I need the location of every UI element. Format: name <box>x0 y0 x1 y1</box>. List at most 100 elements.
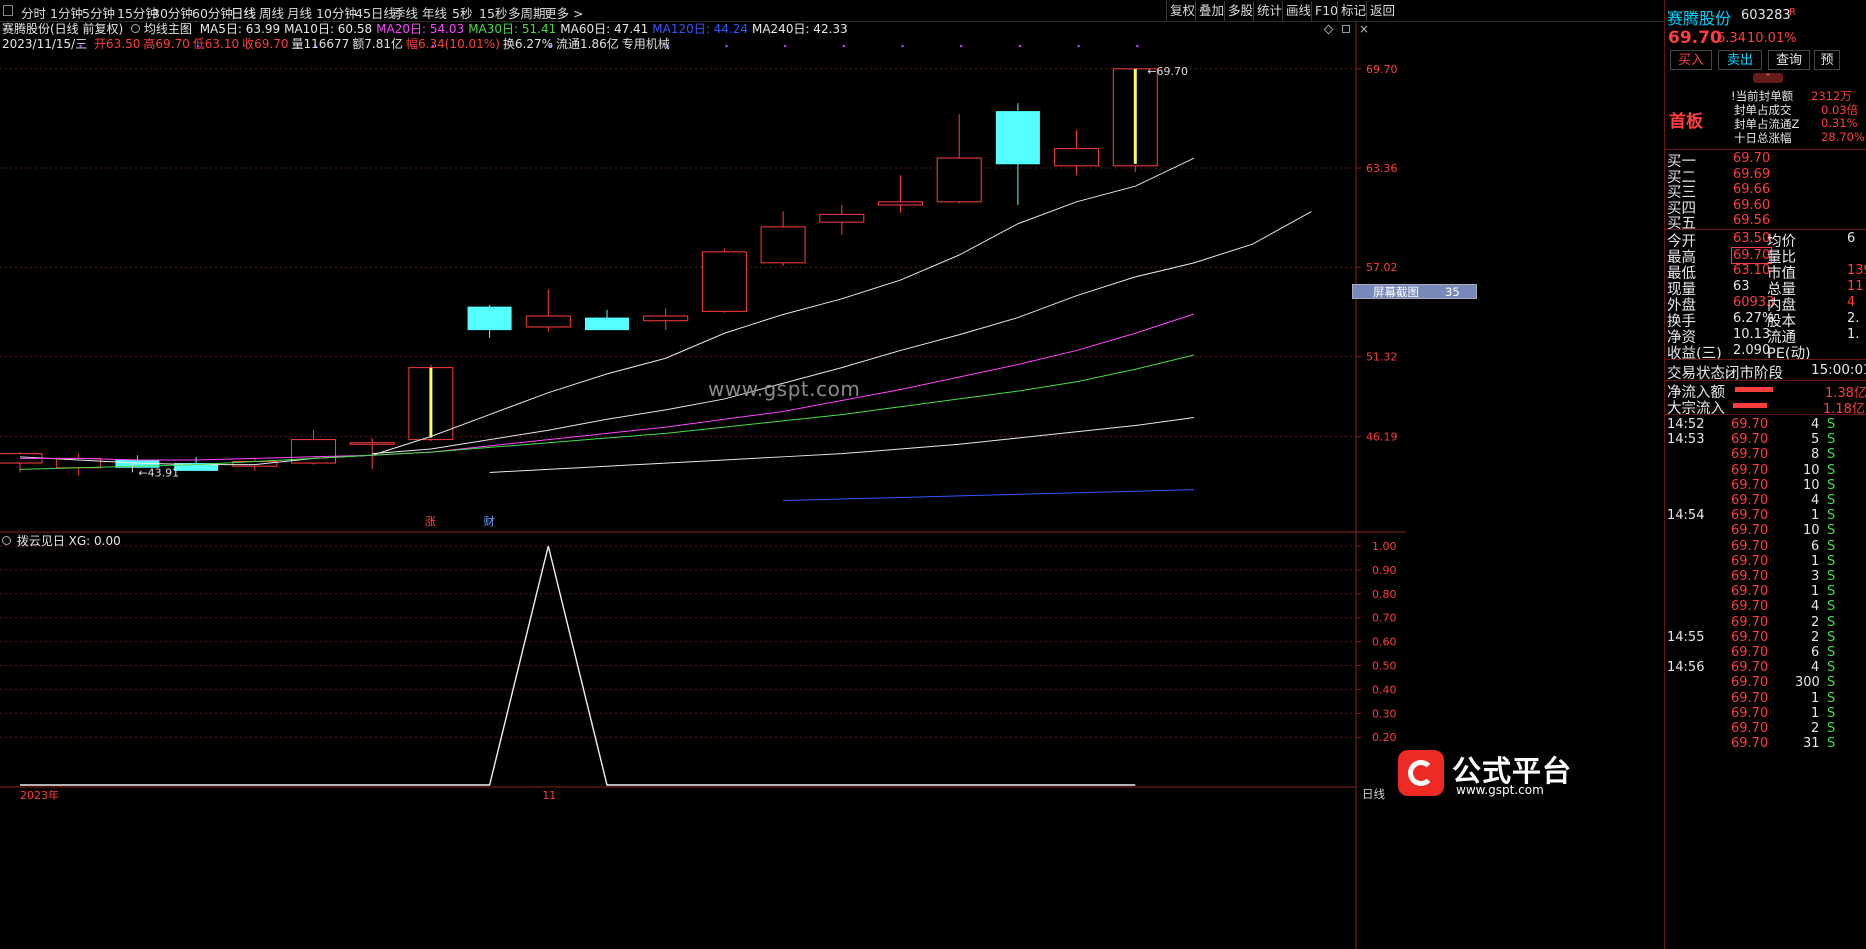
tick-volume: 4 <box>1811 660 1820 676</box>
toolbar-button-6[interactable]: 标记 <box>1337 1 1369 21</box>
low-marker-label: ←43.91 <box>138 466 179 479</box>
trade-button-3[interactable]: 预 <box>1814 50 1840 70</box>
tick-side: S <box>1827 584 1836 600</box>
indicator-axis-label: 0.90 <box>1372 564 1397 577</box>
stat-value-2: 2. <box>1847 311 1860 326</box>
tick-price: 69.70 <box>1731 629 1769 645</box>
tick-volume: 10 <box>1803 523 1820 539</box>
signal-dot <box>1018 44 1022 48</box>
last-price: 69.70 <box>1668 28 1722 48</box>
divider-3 <box>1665 359 1866 360</box>
tick-time: 14:54 <box>1667 508 1705 524</box>
toolbar-button-4[interactable]: 画线 <box>1282 1 1314 21</box>
bar-date: 2023/11/15/三 <box>2 37 88 51</box>
tick-row: 69.70 31 S <box>1665 735 1866 753</box>
candle-body <box>643 315 689 322</box>
toolbar-button-7[interactable]: 返回 <box>1366 1 1398 21</box>
indicator-settings-icon-2[interactable] <box>2 536 11 545</box>
tick-side: S <box>1827 432 1836 448</box>
price-axis-label: 57.02 <box>1366 261 1398 274</box>
tick-volume: 8 <box>1811 447 1820 463</box>
toolbar-button-0[interactable]: 复权 <box>1166 1 1198 21</box>
tick-price: 69.70 <box>1731 736 1769 752</box>
seal-row: 封单占成交 0.03倍 <box>1665 102 1866 117</box>
toolbar-button-3[interactable]: 统计 <box>1253 1 1285 21</box>
tick-volume: 3 <box>1811 569 1820 584</box>
logo-mark-icon <box>1398 750 1444 796</box>
tick-side: S <box>1827 690 1836 706</box>
menu-toggle-icon[interactable] <box>3 5 13 16</box>
candle-body <box>585 317 629 331</box>
indicator-settings-icon[interactable] <box>131 24 141 33</box>
trade-time: 15:00:01 <box>1811 362 1866 378</box>
tick-side: S <box>1827 614 1836 630</box>
gspt-logo: 公式平台 www.gspt.com <box>1396 748 1662 798</box>
price-axis-label: 69.70 <box>1366 63 1398 76</box>
candle-body <box>936 157 982 203</box>
screenshot-tooltip[interactable]: 屏幕截图 35 <box>1352 284 1477 299</box>
quote-item-3: 收69.70 <box>242 37 289 51</box>
tick-price: 69.70 <box>1731 584 1769 600</box>
tick-volume: 1 <box>1811 705 1820 721</box>
screenshot-tooltip-value: 35 <box>1445 285 1460 299</box>
ma-value-1: MA10日: 60.58 <box>284 22 373 36</box>
ma-line-MA60 <box>489 417 1195 473</box>
expand-up-icon[interactable]: ⌃ <box>1753 73 1783 83</box>
event-marker[interactable]: 涨 <box>425 515 436 528</box>
collapse-icon[interactable] <box>1341 25 1350 33</box>
tick-time: 14:55 <box>1667 629 1705 645</box>
tick-price: 69.70 <box>1731 690 1769 706</box>
high-marker-label: ←69.70 <box>1147 65 1188 78</box>
ma-value-0: MA5日: 63.99 <box>199 22 281 36</box>
close-icon[interactable]: × <box>1359 22 1369 36</box>
trade-button-2[interactable]: 查询 <box>1768 50 1810 70</box>
tick-price: 69.70 <box>1731 599 1769 615</box>
ma-values: MA5日: 63.99 MA10日: 60.58 MA20日: 54.03 MA30日… <box>196 22 848 36</box>
price-change: 6.34 <box>1717 31 1746 46</box>
stat-value-2: 4 <box>1847 295 1856 310</box>
tick-price: 69.70 <box>1731 675 1769 691</box>
ma-line-MA10 <box>372 211 1312 455</box>
ma-line-MA120 <box>783 489 1195 502</box>
tick-price: 69.70 <box>1731 508 1769 524</box>
candle-body <box>995 111 1040 165</box>
tick-side: S <box>1827 629 1836 645</box>
signal-dot <box>783 44 787 48</box>
price-axis-label: 46.19 <box>1366 431 1398 444</box>
candle-body <box>1054 148 1100 167</box>
toolbar-button-2[interactable]: 多股 <box>1224 1 1256 21</box>
tick-side: S <box>1827 417 1836 432</box>
divider-5 <box>1665 414 1866 415</box>
diamond-icon[interactable] <box>1323 24 1334 35</box>
stat-value-1: 63.50 <box>1733 231 1771 246</box>
tick-side: S <box>1827 721 1836 736</box>
bid-price: 69.69 <box>1733 166 1771 182</box>
tick-volume: 10 <box>1803 477 1820 493</box>
signal-dot <box>842 44 846 48</box>
indicator-axis-label: 1.00 <box>1372 540 1397 553</box>
kline-chart[interactable]: 69.70 63.36 57.02 51.32 46.19 ←43.91 ←69.70 涨 财 1… <box>0 22 1664 949</box>
tick-price: 69.70 <box>1731 493 1769 508</box>
stock-name: 赛腾股份 <box>1667 9 1732 28</box>
tick-price: 69.70 <box>1731 432 1769 448</box>
trade-button-1[interactable]: 卖出 <box>1718 50 1762 70</box>
signal-dot <box>901 44 904 48</box>
tick-volume: 2 <box>1811 629 1820 645</box>
event-marker[interactable]: 财 <box>484 514 495 528</box>
indicator-line <box>20 545 1136 786</box>
tick-volume: 10 <box>1803 462 1820 478</box>
trade-button-0[interactable]: 买入 <box>1670 50 1712 70</box>
indicator-name[interactable]: 均线主图 <box>144 22 192 36</box>
tick-side: S <box>1827 538 1836 554</box>
period-axis-tag: 日线 <box>1362 787 1385 801</box>
bid-price: 69.56 <box>1733 213 1771 228</box>
tick-price: 69.70 <box>1731 614 1769 630</box>
watermark: www.gspt.com <box>708 377 861 401</box>
tick-volume: 4 <box>1811 493 1820 508</box>
toolbar-button-1[interactable]: 叠加 <box>1195 1 1227 21</box>
stat-value-1: 63 <box>1733 279 1750 294</box>
tick-price: 69.70 <box>1731 523 1769 539</box>
tick-volume: 1 <box>1811 553 1820 569</box>
logo-url: www.gspt.com <box>1456 783 1544 797</box>
tick-side: S <box>1827 599 1836 615</box>
